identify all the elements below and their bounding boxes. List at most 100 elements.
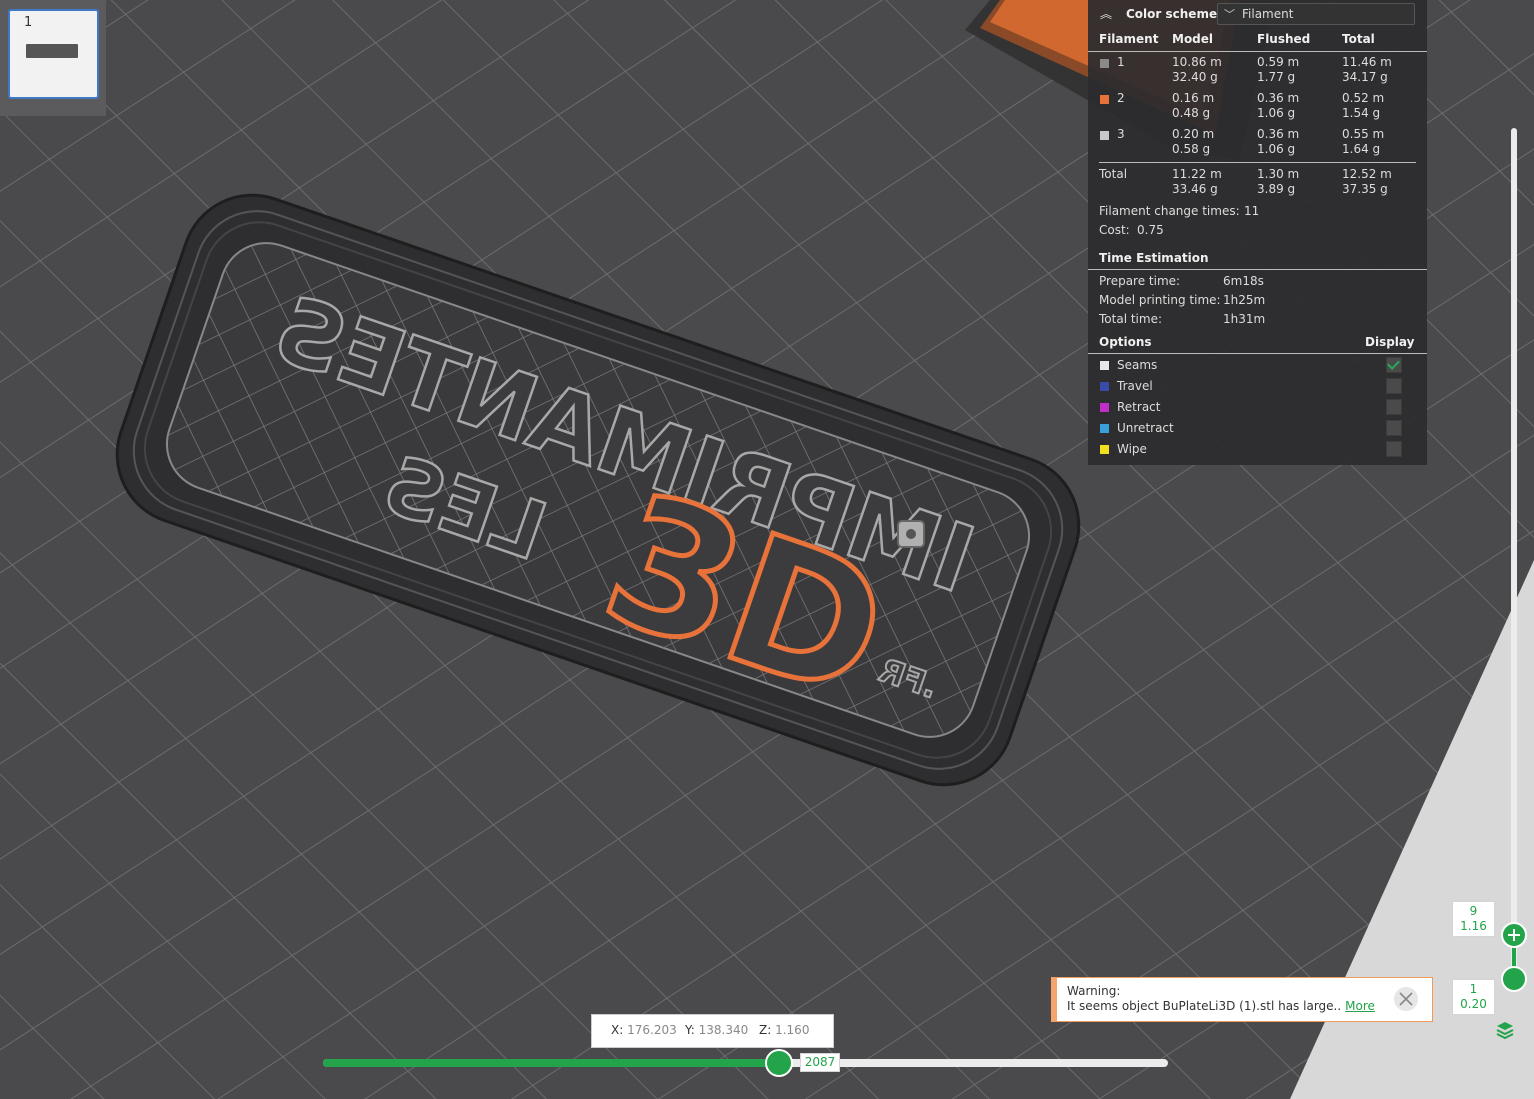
prepare-time-label: Prepare time:: [1099, 274, 1181, 288]
options-title: Options: [1099, 335, 1152, 349]
coordinate-readout: X: 176.203 Y: 138.340 Z: 1.160: [591, 1014, 834, 1048]
filament-2-model-g: 0.48 g: [1172, 106, 1211, 120]
coord-x: X: 176.203: [611, 1023, 677, 1037]
filament-1-swatch: [1100, 59, 1109, 68]
filament-3-total-m: 0.55 m: [1342, 127, 1385, 141]
divider: [1088, 51, 1427, 52]
filament-1-id: 1: [1117, 55, 1125, 69]
model-time-value: 1h25m: [1223, 293, 1266, 307]
cost-value: 0.75: [1137, 223, 1164, 237]
filament-1-flushed-g: 1.77 g: [1257, 70, 1296, 84]
divider: [1099, 162, 1416, 163]
option-travel-label: Travel: [1117, 379, 1153, 393]
total-total-g: 37.35 g: [1342, 182, 1388, 196]
plate-card[interactable]: 1: [8, 9, 99, 99]
close-icon[interactable]: [1394, 987, 1418, 1011]
retract-checkbox[interactable]: [1386, 399, 1402, 415]
coord-y-value: 138.340: [698, 1023, 749, 1037]
filament-2-total-g: 1.54 g: [1342, 106, 1381, 120]
seams-checkbox[interactable]: [1386, 357, 1402, 373]
total-time-value: 1h31m: [1223, 312, 1266, 326]
option-wipe-label: Wipe: [1117, 442, 1147, 456]
layer-top-number: 9: [1469, 904, 1478, 918]
time-estimation-title: Time Estimation: [1099, 251, 1209, 265]
filament-2-flushed-m: 0.36 m: [1257, 91, 1300, 105]
wipe-swatch: [1100, 445, 1109, 454]
color-scheme-label: Color scheme: [1126, 7, 1218, 21]
filament-3-model-g: 0.58 g: [1172, 142, 1211, 156]
plate-thumbnail[interactable]: 1: [0, 0, 106, 116]
move-slider-progress: [323, 1059, 778, 1067]
total-flushed-m: 1.30 m: [1257, 167, 1300, 181]
filament-2-id: 2: [1117, 91, 1125, 105]
filament-1-total-m: 11.46 m: [1342, 55, 1392, 69]
coord-y-label: Y:: [685, 1023, 695, 1037]
filament-1-model-m: 10.86 m: [1172, 55, 1222, 69]
filament-1-total-g: 34.17 g: [1342, 70, 1388, 84]
layer-slider-track[interactable]: [1511, 128, 1517, 978]
total-flushed-g: 3.89 g: [1257, 182, 1296, 196]
legend-panel: ︽ Color scheme ﹀ Filament Filament Model…: [1088, 0, 1427, 465]
warning-message: It seems object BuPlateLi3D (1).stl has …: [1067, 999, 1342, 1013]
filament-1-flushed-m: 0.59 m: [1257, 55, 1300, 69]
coord-z-value: 1.160: [775, 1023, 810, 1037]
option-seams-label: Seams: [1117, 358, 1158, 372]
filament-3-id: 3: [1117, 127, 1125, 141]
prepare-time-value: 6m18s: [1223, 274, 1264, 288]
layer-bottom-label: 1 0.20: [1452, 979, 1495, 1015]
col-model: Model: [1172, 32, 1214, 46]
retract-swatch: [1100, 403, 1109, 412]
total-time-label: Total time:: [1099, 312, 1162, 326]
warning-more-link[interactable]: More: [1345, 999, 1375, 1013]
chevron-down-icon: ﹀: [1224, 8, 1235, 21]
filament-2-flushed-g: 1.06 g: [1257, 106, 1296, 120]
coord-z: Z: 1.160: [759, 1023, 809, 1037]
layers-icon[interactable]: [1495, 1020, 1515, 1040]
option-unretract-label: Unretract: [1117, 421, 1174, 435]
move-slider-handle[interactable]: [765, 1049, 793, 1077]
warning-message-line: It seems object BuPlateLi3D (1).stl has …: [1067, 999, 1375, 1013]
col-filament: Filament: [1099, 32, 1159, 46]
total-total-m: 12.52 m: [1342, 167, 1392, 181]
color-scheme-select[interactable]: ﹀ Filament: [1217, 3, 1415, 25]
toolhead-marker: [897, 520, 925, 548]
unretract-checkbox[interactable]: [1386, 420, 1402, 436]
travel-swatch: [1100, 382, 1109, 391]
filament-2-swatch: [1100, 95, 1109, 104]
filament-2-total-m: 0.52 m: [1342, 91, 1385, 105]
coord-x-value: 176.203: [627, 1023, 677, 1037]
layer-bottom-number: 1: [1469, 982, 1478, 996]
color-scheme-value: Filament: [1242, 7, 1294, 21]
warning-title: Warning:: [1067, 984, 1121, 998]
wipe-checkbox[interactable]: [1386, 441, 1402, 457]
layer-bottom-handle[interactable]: [1501, 966, 1527, 992]
total-model-m: 11.22 m: [1172, 167, 1222, 181]
cost-label: Cost:: [1099, 223, 1130, 237]
layer-top-handle[interactable]: [1501, 922, 1527, 948]
warning-notification: Warning: It seems object BuPlateLi3D (1)…: [1051, 977, 1433, 1022]
travel-checkbox[interactable]: [1386, 378, 1402, 394]
filament-3-flushed-g: 1.06 g: [1257, 142, 1296, 156]
filament-2-model-m: 0.16 m: [1172, 91, 1215, 105]
coord-y: Y: 138.340: [685, 1023, 748, 1037]
layer-top-label: 9 1.16: [1452, 901, 1495, 937]
layer-top-height: 1.16: [1460, 919, 1487, 933]
plate-preview-icon: [26, 44, 78, 58]
total-label: Total: [1099, 167, 1128, 181]
collapse-icon[interactable]: ︽: [1098, 6, 1114, 22]
col-flushed: Flushed: [1257, 32, 1311, 46]
move-slider-value: 2087: [800, 1053, 840, 1072]
display-title: Display: [1365, 335, 1415, 349]
total-model-g: 33.46 g: [1172, 182, 1218, 196]
seams-swatch: [1100, 361, 1109, 370]
plate-number: 1: [24, 15, 33, 30]
divider: [1088, 269, 1427, 270]
filament-3-swatch: [1100, 131, 1109, 140]
filament-change-label: Filament change times:: [1099, 204, 1240, 218]
filament-3-flushed-m: 0.36 m: [1257, 127, 1300, 141]
filament-3-model-m: 0.20 m: [1172, 127, 1215, 141]
coord-x-label: X:: [611, 1023, 624, 1037]
divider: [1088, 353, 1427, 354]
col-total: Total: [1342, 32, 1375, 46]
color-scheme-header: ︽ Color scheme ﹀ Filament: [1088, 0, 1427, 28]
